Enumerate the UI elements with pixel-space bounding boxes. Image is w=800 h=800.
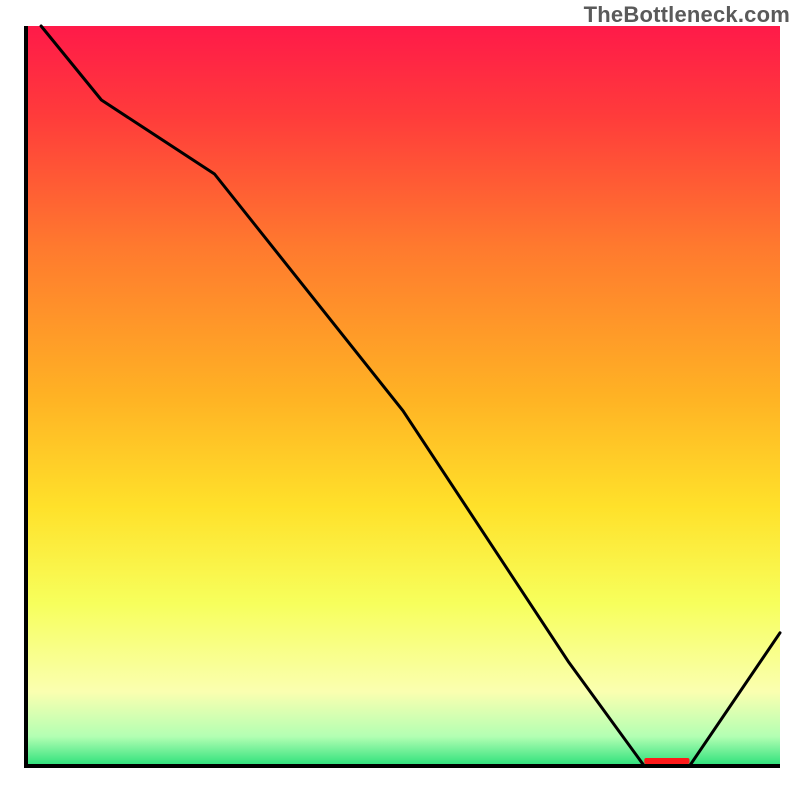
watermark-text: TheBottleneck.com bbox=[584, 2, 790, 28]
minimum-band bbox=[644, 758, 689, 764]
chart-svg bbox=[0, 0, 800, 800]
plot-background bbox=[26, 26, 780, 766]
chart-root: TheBottleneck.com bbox=[0, 0, 800, 800]
